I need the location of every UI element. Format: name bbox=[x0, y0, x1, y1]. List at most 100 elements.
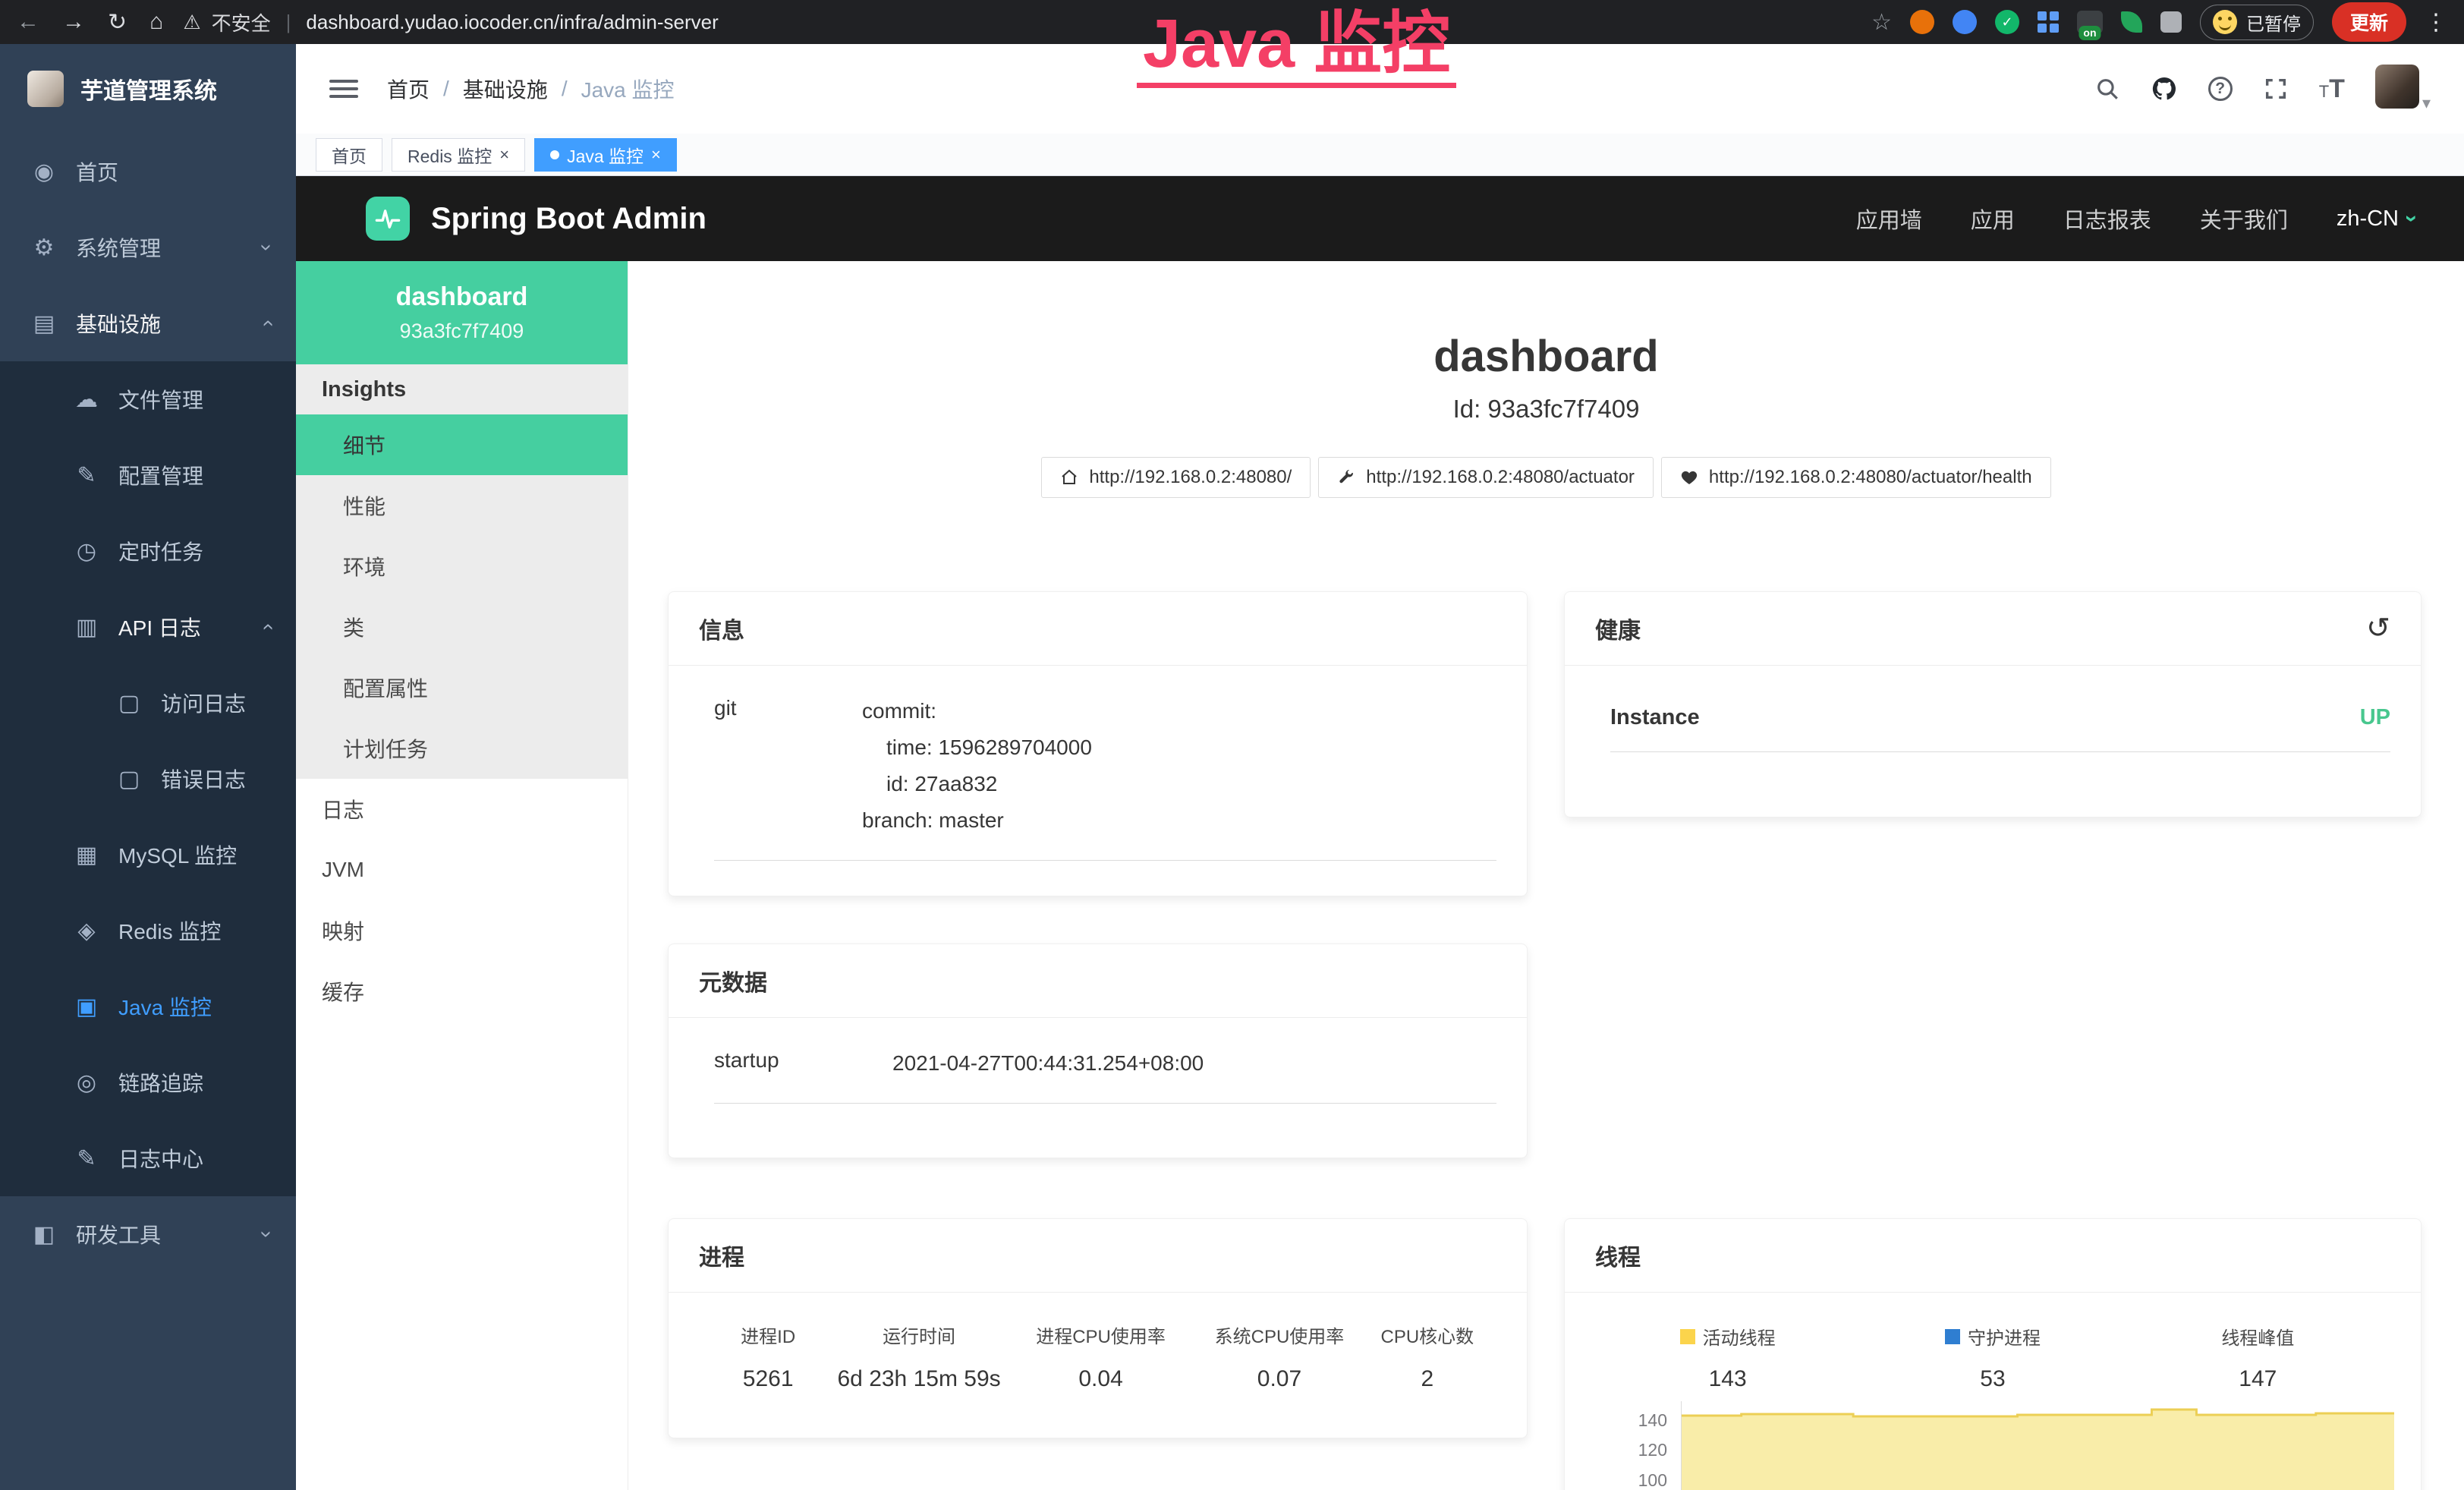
sidebar-item-config-management[interactable]: ✎ 配置管理 bbox=[0, 437, 296, 513]
sba-item-logfile[interactable]: 日志 bbox=[296, 779, 628, 840]
info-key: git bbox=[714, 693, 862, 839]
sidebar-item-java-monitor[interactable]: ▣ Java 监控 bbox=[0, 969, 296, 1044]
chrome-update-button[interactable]: 更新 bbox=[2332, 2, 2406, 42]
sba-nav-journal[interactable]: 日志报表 bbox=[2063, 203, 2151, 235]
history-icon[interactable]: ↺ bbox=[2366, 614, 2390, 643]
extension-icon-orange[interactable] bbox=[1910, 10, 1934, 34]
breadcrumb-home[interactable]: 首页 bbox=[387, 74, 430, 104]
app-logo[interactable]: 芋道管理系统 bbox=[0, 44, 296, 134]
sba-item-jvm[interactable]: JVM bbox=[296, 840, 628, 900]
browser-back-icon[interactable]: ← bbox=[17, 9, 39, 35]
app-sidebar: 芋道管理系统 ◉ 首页 ⚙ 系统管理 › ▤ 基础设施 › ☁ 文件管理 ✎ 配… bbox=[0, 44, 296, 1490]
sba-item-mappings[interactable]: 映射 bbox=[296, 900, 628, 961]
metadata-row-startup: startup 2021-04-27T00:44:31.254+08:00 bbox=[714, 1042, 1496, 1104]
sidebar-item-trace[interactable]: ◎ 链路追踪 bbox=[0, 1044, 296, 1120]
sba-instance-block[interactable]: dashboard 93a3fc7f7409 bbox=[296, 261, 628, 364]
toolbox-icon: ◧ bbox=[30, 1221, 58, 1248]
health-row-instance: Instance UP bbox=[1610, 690, 2390, 752]
sidebar-item-label: 定时任务 bbox=[118, 536, 203, 566]
extension-icon-green-check[interactable]: ✓ bbox=[1995, 10, 2019, 34]
active-tab-dot bbox=[550, 150, 559, 159]
clock-icon: ◷ bbox=[73, 538, 100, 565]
tab-java-monitor[interactable]: Java 监控 × bbox=[534, 138, 677, 172]
instance-actuator-link[interactable]: http://192.168.0.2:48080/actuator bbox=[1318, 457, 1654, 498]
font-size-icon[interactable]: TT bbox=[2319, 74, 2345, 104]
browser-refresh-icon[interactable]: ↻ bbox=[108, 9, 127, 36]
browser-menu-icon[interactable]: ⋮ bbox=[2425, 9, 2447, 36]
extension-icon-leaf[interactable] bbox=[2121, 11, 2142, 33]
tab-home[interactable]: 首页 bbox=[316, 138, 382, 172]
close-icon[interactable]: × bbox=[651, 145, 661, 165]
breadcrumb-section[interactable]: 基础设施 bbox=[463, 74, 548, 104]
column-value: 0.07 bbox=[1193, 1366, 1365, 1392]
info-card: 信息 git commit: time: 1596289704000 id: 2… bbox=[668, 591, 1528, 896]
instance-name: dashboard bbox=[396, 282, 528, 312]
column-header: 系统CPU使用率 bbox=[1193, 1321, 1365, 1348]
profile-paused-badge[interactable]: 已暂停 bbox=[2200, 5, 2314, 40]
avatar[interactable] bbox=[2375, 65, 2419, 109]
sidebar-item-error-log[interactable]: ▢ 错误日志 bbox=[0, 741, 296, 817]
spring-boot-admin-logo[interactable] bbox=[366, 197, 410, 241]
search-icon[interactable] bbox=[2094, 76, 2120, 102]
database-grid-icon: ▦ bbox=[73, 842, 100, 868]
sba-item-environment[interactable]: 环境 bbox=[296, 536, 628, 597]
extension-icon-grid[interactable] bbox=[2038, 11, 2059, 33]
sba-item-details[interactable]: 细节 bbox=[296, 414, 628, 475]
sidebar-item-home[interactable]: ◉ 首页 bbox=[0, 134, 296, 209]
sba-nav-wallboard[interactable]: 应用墙 bbox=[1856, 203, 1922, 235]
fullscreen-icon[interactable] bbox=[2263, 76, 2289, 102]
sidebar-item-mysql-monitor[interactable]: ▦ MySQL 监控 bbox=[0, 817, 296, 893]
help-icon[interactable]: ? bbox=[2208, 77, 2233, 101]
breadcrumb: 首页 / 基础设施 / Java 监控 bbox=[387, 74, 675, 104]
extension-on-badge: on bbox=[2079, 26, 2101, 40]
sidebar-item-log-center[interactable]: ✎ 日志中心 bbox=[0, 1120, 296, 1196]
sba-nav-applications[interactable]: 应用 bbox=[1971, 203, 2015, 235]
info-value: commit: time: 1596289704000 id: 27aa832 … bbox=[862, 693, 1092, 839]
sba-brand-title[interactable]: Spring Boot Admin bbox=[431, 202, 706, 236]
sba-locale-select[interactable]: zh-CN › bbox=[2337, 206, 2415, 232]
sidebar-item-system[interactable]: ⚙ 系统管理 › bbox=[0, 209, 296, 285]
git-commit-id: id: 27aa832 bbox=[862, 766, 1092, 802]
process-col-process-cpu: 进程CPU使用率 0.04 bbox=[1009, 1321, 1194, 1392]
browser-forward-icon[interactable]: → bbox=[62, 9, 85, 35]
instance-links: http://192.168.0.2:48080/ http://192.168… bbox=[628, 457, 2464, 498]
breadcrumb-current: Java 监控 bbox=[581, 74, 675, 104]
sidebar-item-api-log[interactable]: ▥ API 日志 › bbox=[0, 589, 296, 665]
extensions-puzzle-icon[interactable] bbox=[2160, 11, 2182, 33]
chevron-up-icon: › bbox=[254, 320, 278, 326]
sidebar-item-scheduled-jobs[interactable]: ◷ 定时任务 bbox=[0, 513, 296, 589]
sidebar-item-dev-tools[interactable]: ◧ 研发工具 › bbox=[0, 1196, 296, 1272]
extension-icon-blue[interactable] bbox=[1953, 10, 1977, 34]
sba-item-caches[interactable]: 缓存 bbox=[296, 961, 628, 1022]
sidebar-item-redis-monitor[interactable]: ◈ Redis 监控 bbox=[0, 893, 296, 969]
github-icon[interactable] bbox=[2151, 75, 2178, 102]
bookmark-star-icon[interactable]: ☆ bbox=[1871, 9, 1892, 36]
instance-home-link[interactable]: http://192.168.0.2:48080/ bbox=[1041, 457, 1311, 498]
cloud-icon: ☁ bbox=[73, 386, 100, 413]
infrastructure-icon: ▤ bbox=[30, 310, 58, 337]
sidebar-item-access-log[interactable]: ▢ 访问日志 bbox=[0, 665, 296, 741]
url-text[interactable]: dashboard.yudao.iocoder.cn/infra/admin-s… bbox=[306, 11, 718, 34]
heartbeat-icon bbox=[1680, 468, 1698, 487]
sba-item-metrics[interactable]: 性能 bbox=[296, 475, 628, 536]
instance-health-link[interactable]: http://192.168.0.2:48080/actuator/health bbox=[1661, 457, 2051, 498]
sba-nav-about[interactable]: 关于我们 bbox=[2200, 203, 2288, 235]
column-header: 进程ID bbox=[706, 1321, 829, 1348]
sba-item-classes[interactable]: 类 bbox=[296, 597, 628, 657]
extension-icon-switch[interactable]: on bbox=[2077, 11, 2103, 33]
profile-smiley-icon bbox=[2213, 10, 2237, 34]
hamburger-menu-icon[interactable] bbox=[329, 75, 358, 102]
tab-label: Java 监控 bbox=[567, 142, 644, 168]
pencil-icon: ✎ bbox=[73, 1145, 100, 1172]
sba-item-scheduled-tasks[interactable]: 计划任务 bbox=[296, 718, 628, 779]
close-icon[interactable]: × bbox=[499, 145, 509, 165]
browser-home-icon[interactable]: ⌂ bbox=[149, 9, 163, 35]
address-bar[interactable]: ⚠ 不安全 | dashboard.yudao.iocoder.cn/infra… bbox=[183, 8, 1871, 36]
health-key: Instance bbox=[1610, 705, 1700, 730]
tab-redis-monitor[interactable]: Redis 监控 × bbox=[392, 138, 525, 172]
link-url: http://192.168.0.2:48080/actuator/health bbox=[1709, 467, 2032, 488]
sidebar-item-infrastructure[interactable]: ▤ 基础设施 › bbox=[0, 285, 296, 361]
tab-label: Redis 监控 bbox=[408, 142, 492, 168]
sidebar-item-file-management[interactable]: ☁ 文件管理 bbox=[0, 361, 296, 437]
sba-item-configprops[interactable]: 配置属性 bbox=[296, 657, 628, 718]
